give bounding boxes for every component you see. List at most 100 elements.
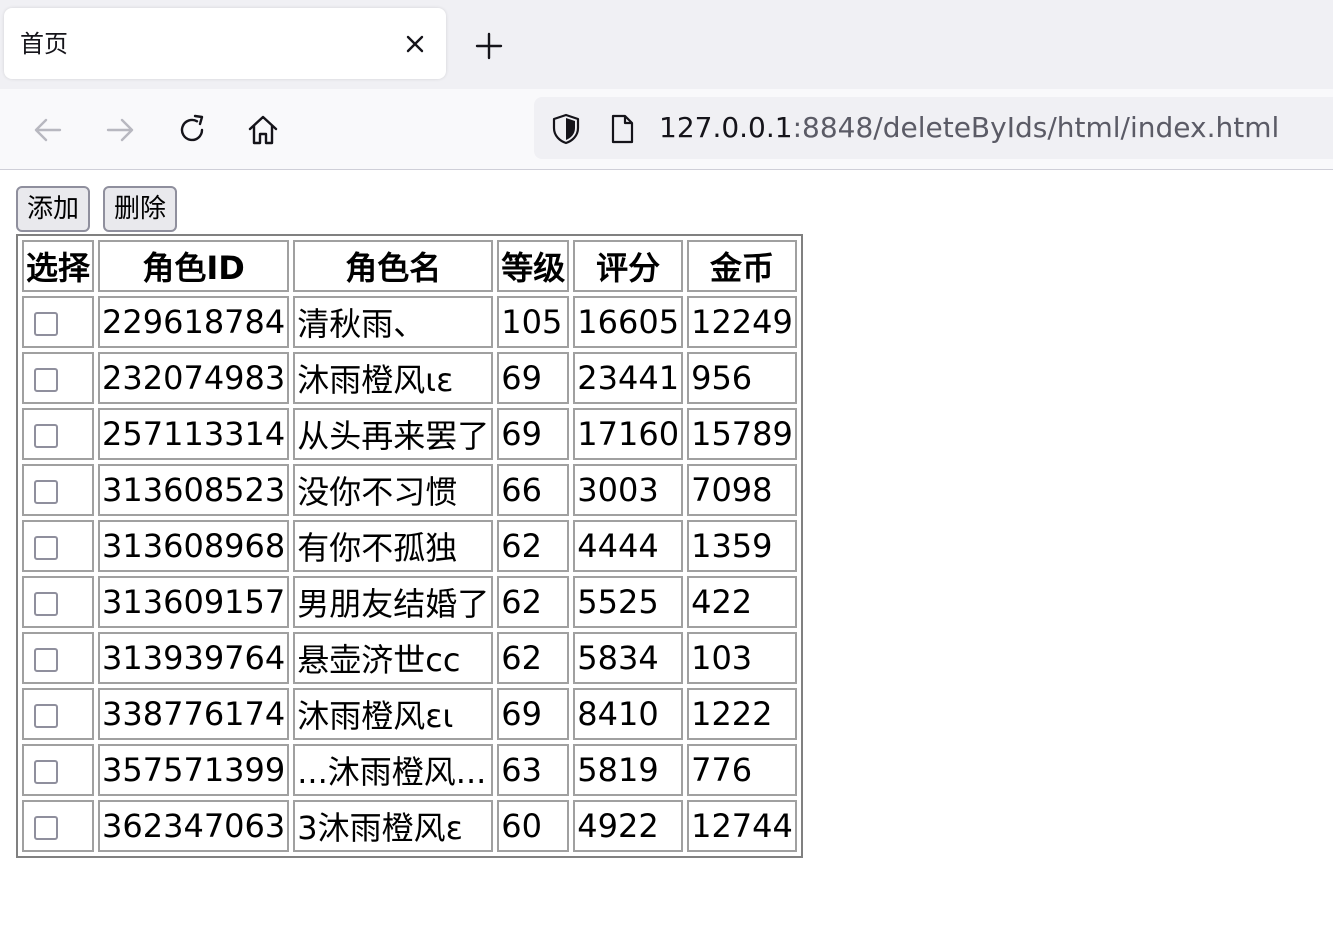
cell-level: 62 bbox=[497, 520, 570, 572]
tab-strip: 首页 bbox=[0, 0, 1333, 89]
row-checkbox[interactable] bbox=[34, 536, 58, 560]
cell-select bbox=[22, 744, 95, 796]
row-checkbox[interactable] bbox=[34, 704, 58, 728]
cell-gold: 422 bbox=[687, 576, 797, 628]
cell-role-name: 有你不孤独 bbox=[293, 520, 494, 572]
cell-role-name: 男朋友结婚了 bbox=[293, 576, 494, 628]
cell-select bbox=[22, 800, 95, 852]
cell-score: 4922 bbox=[573, 800, 684, 852]
cell-role-id: 362347063 bbox=[98, 800, 290, 852]
header-role-name: 角色名 bbox=[293, 240, 494, 292]
delete-button[interactable]: 删除 bbox=[103, 186, 178, 232]
cell-select bbox=[22, 576, 95, 628]
cell-level: 63 bbox=[497, 744, 570, 796]
row-checkbox[interactable] bbox=[34, 368, 58, 392]
cell-select bbox=[22, 464, 95, 516]
url-host: 127.0.0.1 bbox=[659, 111, 793, 144]
table-row: 357571399 ...沐雨橙风... 63 5819 776 bbox=[22, 744, 797, 796]
cell-score: 5819 bbox=[573, 744, 684, 796]
cell-score: 23441 bbox=[573, 352, 684, 404]
cell-gold: 15789 bbox=[687, 408, 797, 460]
cell-role-name: ...沐雨橙风... bbox=[293, 744, 494, 796]
cell-role-id: 313609157 bbox=[98, 576, 290, 628]
cell-role-name: 从头再来罢了 bbox=[293, 408, 494, 460]
cell-role-id: 338776174 bbox=[98, 688, 290, 740]
cell-gold: 776 bbox=[687, 744, 797, 796]
row-checkbox[interactable] bbox=[34, 760, 58, 784]
add-button[interactable]: 添加 bbox=[16, 186, 91, 232]
cell-level: 69 bbox=[497, 688, 570, 740]
cell-gold: 7098 bbox=[687, 464, 797, 516]
reload-icon[interactable] bbox=[175, 113, 209, 147]
table-row: 257113314 从头再来罢了 69 17160 15789 bbox=[22, 408, 797, 460]
row-checkbox[interactable] bbox=[34, 312, 58, 336]
cell-score: 4444 bbox=[573, 520, 684, 572]
row-checkbox[interactable] bbox=[34, 816, 58, 840]
navigation-bar: 127.0.0.1:8848/deleteByIds/html/index.ht… bbox=[0, 89, 1333, 170]
cell-gold: 1359 bbox=[687, 520, 797, 572]
cell-role-name: 清秋雨、 bbox=[293, 296, 494, 348]
url-bar[interactable]: 127.0.0.1:8848/deleteByIds/html/index.ht… bbox=[534, 97, 1333, 159]
header-select: 选择 bbox=[22, 240, 95, 292]
cell-role-name: 3沐雨橙风ε bbox=[293, 800, 494, 852]
table-row: 229618784 清秋雨、 105 16605 12249 bbox=[22, 296, 797, 348]
cell-role-id: 357571399 bbox=[98, 744, 290, 796]
cell-role-name: 悬壶济世cc bbox=[293, 632, 494, 684]
row-checkbox[interactable] bbox=[34, 592, 58, 616]
row-checkbox[interactable] bbox=[34, 424, 58, 448]
page-content: 添加 删除 选择 角色ID 角色名 等级 评分 金币 229618784 清秋雨、… bbox=[0, 170, 1333, 925]
table-header-row: 选择 角色ID 角色名 等级 评分 金币 bbox=[22, 240, 797, 292]
cell-score: 3003 bbox=[573, 464, 684, 516]
cell-role-id: 232074983 bbox=[98, 352, 290, 404]
header-role-id: 角色ID bbox=[98, 240, 290, 292]
cell-score: 5525 bbox=[573, 576, 684, 628]
table-row: 362347063 3沐雨橙风ε 60 4922 12744 bbox=[22, 800, 797, 852]
cell-score: 8410 bbox=[573, 688, 684, 740]
cell-score: 5834 bbox=[573, 632, 684, 684]
shield-icon[interactable] bbox=[550, 113, 582, 145]
table-row: 313608968 有你不孤独 62 4444 1359 bbox=[22, 520, 797, 572]
cell-level: 62 bbox=[497, 632, 570, 684]
cell-role-name: 没你不习惯 bbox=[293, 464, 494, 516]
cell-level: 60 bbox=[497, 800, 570, 852]
cell-level: 105 bbox=[497, 296, 570, 348]
forward-icon[interactable] bbox=[103, 113, 137, 147]
page-icon bbox=[611, 114, 634, 144]
cell-select bbox=[22, 632, 95, 684]
cell-level: 66 bbox=[497, 464, 570, 516]
close-tab-icon[interactable] bbox=[400, 29, 430, 59]
cell-gold: 12249 bbox=[687, 296, 797, 348]
cell-gold: 1222 bbox=[687, 688, 797, 740]
new-tab-icon[interactable] bbox=[472, 29, 506, 63]
cell-select bbox=[22, 352, 95, 404]
cell-role-id: 313608968 bbox=[98, 520, 290, 572]
cell-select bbox=[22, 688, 95, 740]
cell-role-id: 313608523 bbox=[98, 464, 290, 516]
header-gold: 金币 bbox=[687, 240, 797, 292]
table-row: 338776174 沐雨橙风ει 69 8410 1222 bbox=[22, 688, 797, 740]
cell-select bbox=[22, 408, 95, 460]
row-checkbox[interactable] bbox=[34, 480, 58, 504]
cell-role-name: 沐雨橙风ιε bbox=[293, 352, 494, 404]
back-icon[interactable] bbox=[31, 113, 65, 147]
cell-level: 69 bbox=[497, 408, 570, 460]
table-container: 选择 角色ID 角色名 等级 评分 金币 229618784 清秋雨、 105 166… bbox=[16, 234, 803, 858]
tab-title: 首页 bbox=[20, 30, 68, 58]
active-tab[interactable]: 首页 bbox=[4, 8, 446, 79]
table-row: 232074983 沐雨橙风ιε 69 23441 956 bbox=[22, 352, 797, 404]
table-row: 313609157 男朋友结婚了 62 5525 422 bbox=[22, 576, 797, 628]
row-checkbox[interactable] bbox=[34, 648, 58, 672]
cell-gold: 103 bbox=[687, 632, 797, 684]
url-text[interactable]: 127.0.0.1:8848/deleteByIds/html/index.ht… bbox=[659, 111, 1279, 145]
cell-gold: 956 bbox=[687, 352, 797, 404]
cell-level: 69 bbox=[497, 352, 570, 404]
header-level: 等级 bbox=[497, 240, 570, 292]
table-row: 313608523 没你不习惯 66 3003 7098 bbox=[22, 464, 797, 516]
cell-gold: 12744 bbox=[687, 800, 797, 852]
cell-role-id: 229618784 bbox=[98, 296, 290, 348]
cell-select bbox=[22, 520, 95, 572]
cell-role-id: 257113314 bbox=[98, 408, 290, 460]
cell-select bbox=[22, 296, 95, 348]
cell-level: 62 bbox=[497, 576, 570, 628]
home-icon[interactable] bbox=[246, 113, 280, 147]
